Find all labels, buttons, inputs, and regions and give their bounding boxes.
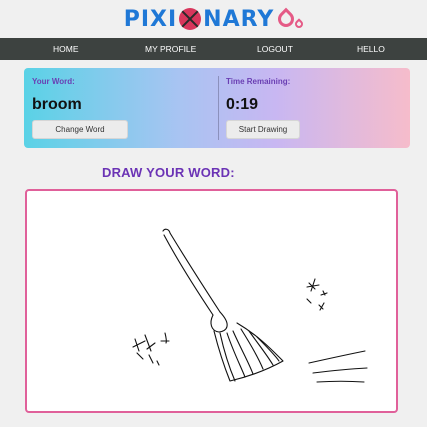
pen-icon xyxy=(274,7,298,31)
time-remaining-value: 0:19 xyxy=(226,96,259,113)
ball-icon xyxy=(179,8,202,30)
start-drawing-button[interactable]: Start Drawing xyxy=(226,120,300,139)
drawing-canvas[interactable] xyxy=(25,189,398,413)
your-word-section: Your Word: broom Change Word xyxy=(24,68,218,148)
nav-home[interactable]: HOME xyxy=(53,44,79,54)
nav-logout[interactable]: LOGOUT xyxy=(257,44,293,54)
pixionary-logo[interactable]: PIXI NARY xyxy=(123,6,305,32)
change-word-button[interactable]: Change Word xyxy=(32,120,128,139)
logo-text-right: NARY xyxy=(203,6,275,32)
current-word: broom xyxy=(32,96,82,113)
word-panel: Your Word: broom Change Word Time Remain… xyxy=(24,68,410,148)
logo-text-left: PIXI xyxy=(123,6,178,32)
your-word-label: Your Word: xyxy=(32,77,75,86)
time-section: Time Remaining: 0:19 Start Drawing xyxy=(218,76,410,140)
time-remaining-label: Time Remaining: xyxy=(226,77,291,86)
navbar: HOME MY PROFILE LOGOUT HELLO xyxy=(0,38,427,60)
broom-sketch xyxy=(132,228,368,383)
nav-hello[interactable]: HELLO xyxy=(357,44,385,54)
ink-drop-icon xyxy=(293,18,305,30)
nav-my-profile[interactable]: MY PROFILE xyxy=(145,44,196,54)
header: PIXI NARY xyxy=(0,0,427,38)
draw-heading: DRAW YOUR WORD: xyxy=(102,165,235,180)
